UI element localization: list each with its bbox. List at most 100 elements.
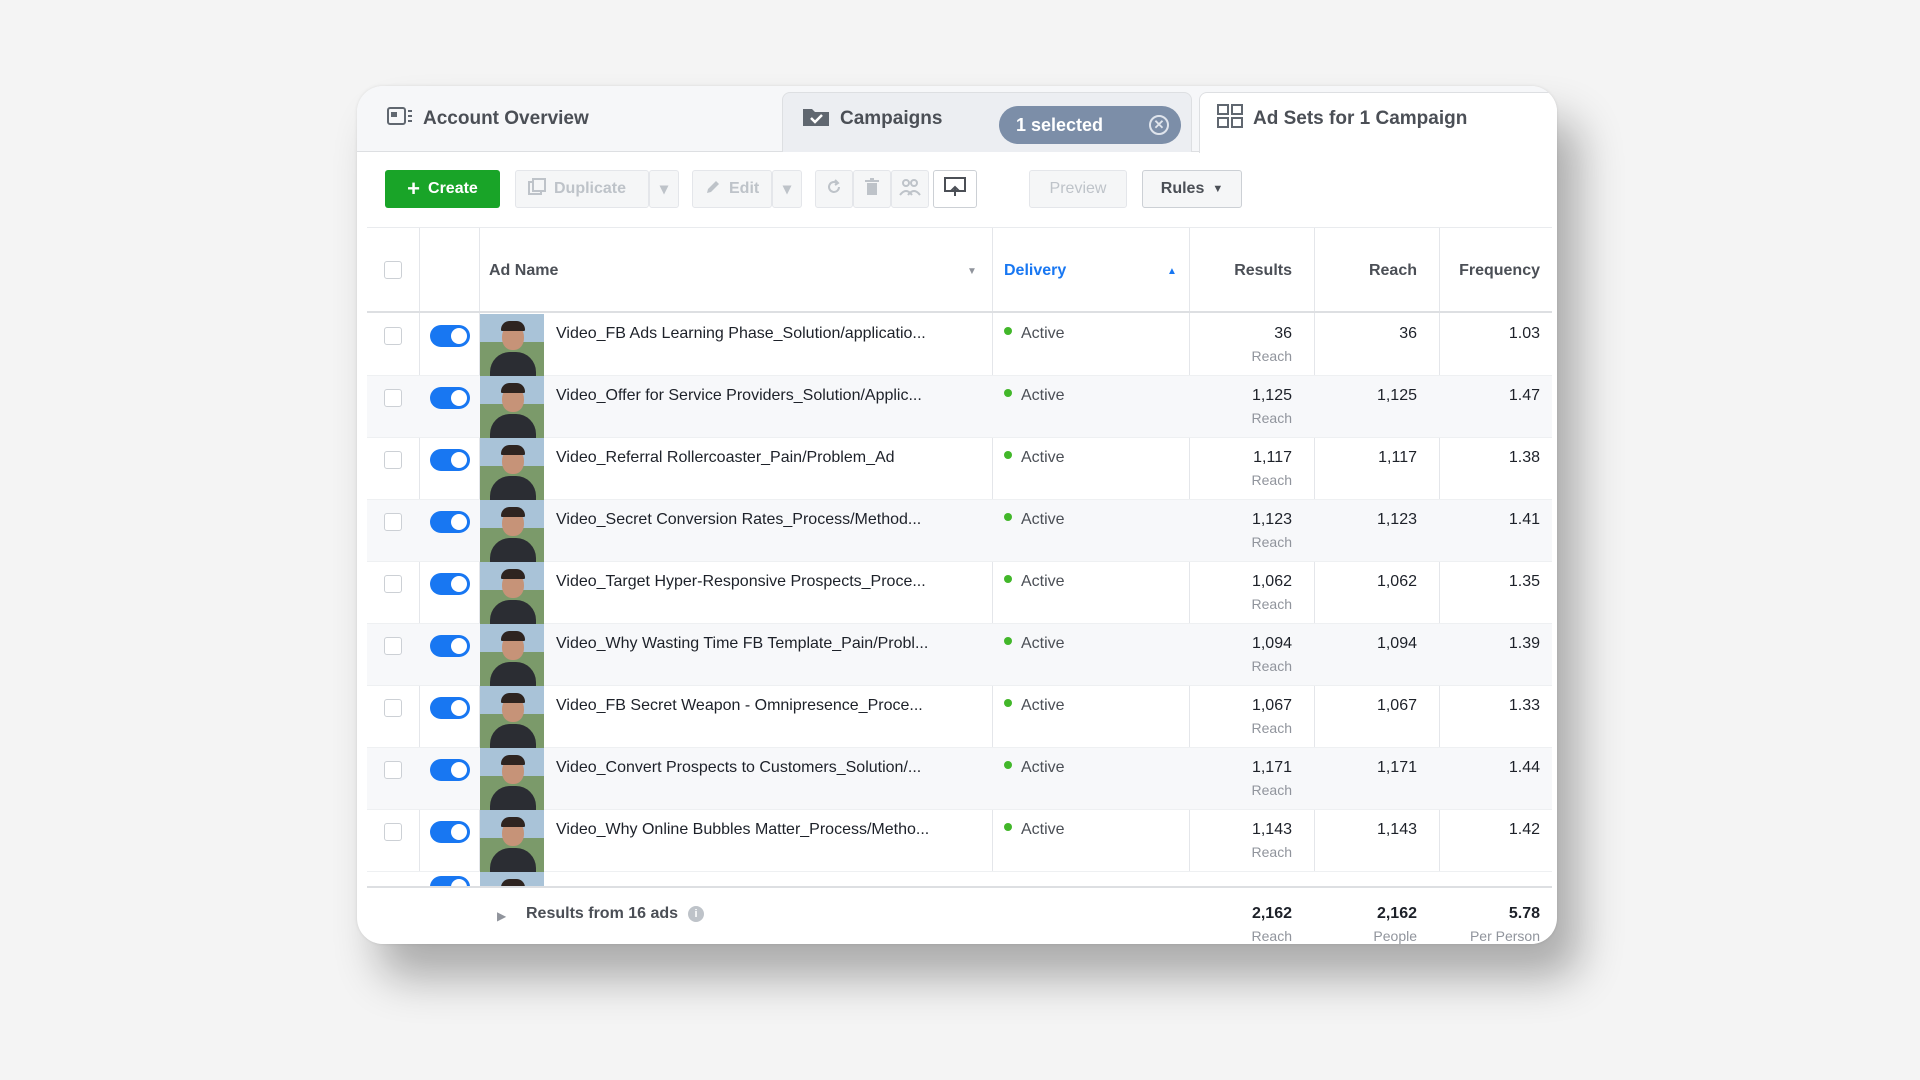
results-value: 1,125	[1251, 387, 1292, 404]
ad-thumbnail	[480, 810, 544, 872]
ad-status-toggle[interactable]	[430, 325, 470, 347]
ad-thumbnail	[480, 624, 544, 686]
reach-value: 1,067	[1376, 697, 1417, 714]
table-row[interactable]: Video_FB Secret Weapon - Omnipresence_Pr…	[367, 686, 1552, 748]
column-header-reach[interactable]: Reach	[1369, 228, 1417, 314]
results-label: Reach	[1251, 658, 1292, 674]
row-checkbox[interactable]	[384, 513, 402, 531]
tab-campaigns[interactable]: Campaigns	[802, 86, 942, 152]
selected-count-pill[interactable]: 1 selected ✕	[999, 106, 1181, 144]
ad-name-link[interactable]: Video_Why Online Bubbles Matter_Process/…	[556, 821, 966, 839]
table-row[interactable]: Video_Referral Rollercoaster_Pain/Proble…	[367, 438, 1552, 500]
reach-value: 1,125	[1376, 387, 1417, 404]
row-checkbox[interactable]	[384, 451, 402, 469]
selected-count-label: 1 selected	[1016, 114, 1104, 135]
chevron-down-icon: ▾	[782, 181, 792, 198]
sort-up-icon[interactable]: ▲	[1167, 228, 1177, 314]
column-header-results[interactable]: Results	[1234, 228, 1292, 314]
delivery-status-label: Active	[1021, 821, 1065, 838]
ad-status-toggle[interactable]	[430, 387, 470, 409]
create-button-label: Create	[428, 180, 478, 197]
ad-status-toggle[interactable]	[430, 759, 470, 781]
row-checkbox[interactable]	[384, 637, 402, 655]
ad-status-toggle[interactable]	[430, 697, 470, 719]
info-icon[interactable]: i	[688, 906, 705, 922]
reach-value: 1,171	[1376, 759, 1417, 776]
reach-value: 36	[1399, 325, 1417, 342]
ad-name-link[interactable]: Video_Secret Conversion Rates_Process/Me…	[556, 511, 966, 529]
duplicate-dropdown-button[interactable]: ▾	[649, 170, 679, 208]
tab-account-overview[interactable]: Account Overview	[387, 86, 589, 152]
pencil-icon	[705, 179, 721, 200]
edit-dropdown-button[interactable]: ▾	[772, 170, 802, 208]
duplicate-button[interactable]: Duplicate	[515, 170, 649, 208]
export-button[interactable]	[933, 170, 977, 208]
row-checkbox[interactable]	[384, 575, 402, 593]
table-header: Ad Name ▼ Delivery ▲ Results Reach Frequ…	[367, 227, 1552, 313]
ad-name-link[interactable]: Video_Target Hyper-Responsive Prospects_…	[556, 573, 966, 591]
active-dot-icon	[1004, 761, 1012, 769]
ad-thumbnail	[480, 376, 544, 438]
results-value: 1,143	[1251, 821, 1292, 838]
folder-check-icon	[802, 105, 830, 133]
refresh-button[interactable]	[815, 170, 853, 208]
ad-status-toggle[interactable]	[430, 635, 470, 657]
chevron-down-icon: ▾	[659, 181, 669, 198]
delivery-status-label: Active	[1021, 759, 1065, 776]
create-button[interactable]: + Create	[385, 170, 500, 208]
ad-status-toggle[interactable]	[430, 511, 470, 533]
sort-down-icon[interactable]: ▼	[967, 228, 977, 314]
clear-selection-icon[interactable]: ✕	[1149, 115, 1169, 135]
ad-status-toggle[interactable]	[430, 876, 470, 886]
table-row[interactable]: Video_Offer for Service Providers_Soluti…	[367, 376, 1552, 438]
row-checkbox[interactable]	[384, 761, 402, 779]
table-row[interactable]: Video_Convert Prospects to Customers_Sol…	[367, 748, 1552, 810]
results-label: Reach	[1251, 844, 1292, 860]
delivery-status-label: Active	[1021, 387, 1065, 404]
reach-value: 1,143	[1376, 821, 1417, 838]
delivery-status-label: Active	[1021, 635, 1065, 652]
rules-button[interactable]: Rules ▼	[1142, 170, 1242, 208]
ads-manager-panel: Account Overview Campaigns 1 selected ✕ …	[357, 86, 1557, 944]
ad-name-link[interactable]: Video_Referral Rollercoaster_Pain/Proble…	[556, 449, 966, 467]
ab-test-button[interactable]	[891, 170, 929, 208]
refresh-icon	[825, 178, 843, 201]
table-row[interactable]: Video_Why Wasting Time FB Template_Pain/…	[367, 624, 1552, 686]
ad-name-link[interactable]: Video_Offer for Service Providers_Soluti…	[556, 387, 966, 405]
column-header-delivery[interactable]: Delivery	[1004, 228, 1066, 314]
ad-name-link[interactable]: Video_Convert Prospects to Customers_Sol…	[556, 759, 966, 777]
column-header-frequency[interactable]: Frequency	[1459, 228, 1540, 314]
active-dot-icon	[1004, 451, 1012, 459]
row-checkbox[interactable]	[384, 699, 402, 717]
expand-caret-icon[interactable]: ▶	[497, 909, 506, 923]
ad-thumbnail	[480, 438, 544, 500]
row-checkbox[interactable]	[384, 823, 402, 841]
results-value: 1,171	[1251, 759, 1292, 776]
table-row[interactable]: Video_FB Ads Learning Phase_Solution/app…	[367, 314, 1552, 376]
ad-name-link[interactable]: Video_Why Wasting Time FB Template_Pain/…	[556, 635, 966, 653]
tab-ad-sets[interactable]: Ad Sets for 1 Campaign	[1217, 86, 1467, 152]
row-checkbox[interactable]	[384, 327, 402, 345]
column-header-ad-name[interactable]: Ad Name	[489, 228, 558, 314]
delivery-status: Active	[1004, 759, 1065, 777]
select-all-checkbox[interactable]	[384, 261, 402, 279]
ad-status-toggle[interactable]	[430, 821, 470, 843]
ad-thumbnail	[480, 686, 544, 748]
preview-button[interactable]: Preview	[1029, 170, 1127, 208]
results-value: 1,123	[1251, 511, 1292, 528]
delete-button[interactable]	[853, 170, 891, 208]
edit-button-label: Edit	[729, 180, 760, 197]
ad-status-toggle[interactable]	[430, 449, 470, 471]
table-row[interactable]: Video_Secret Conversion Rates_Process/Me…	[367, 500, 1552, 562]
results-label: Reach	[1251, 782, 1292, 798]
ad-status-toggle[interactable]	[430, 573, 470, 595]
toolbar: + Create Duplicate ▾ Edit ▾ Preview Rule…	[357, 153, 1557, 227]
table-row[interactable]: Video_Why Online Bubbles Matter_Process/…	[367, 810, 1552, 872]
edit-button[interactable]: Edit	[692, 170, 772, 208]
account-overview-icon	[387, 107, 413, 131]
ad-name-link[interactable]: Video_FB Ads Learning Phase_Solution/app…	[556, 325, 966, 343]
summary-reach-label: People	[1373, 928, 1417, 944]
ad-name-link[interactable]: Video_FB Secret Weapon - Omnipresence_Pr…	[556, 697, 966, 715]
row-checkbox[interactable]	[384, 389, 402, 407]
table-row[interactable]: Video_Target Hyper-Responsive Prospects_…	[367, 562, 1552, 624]
